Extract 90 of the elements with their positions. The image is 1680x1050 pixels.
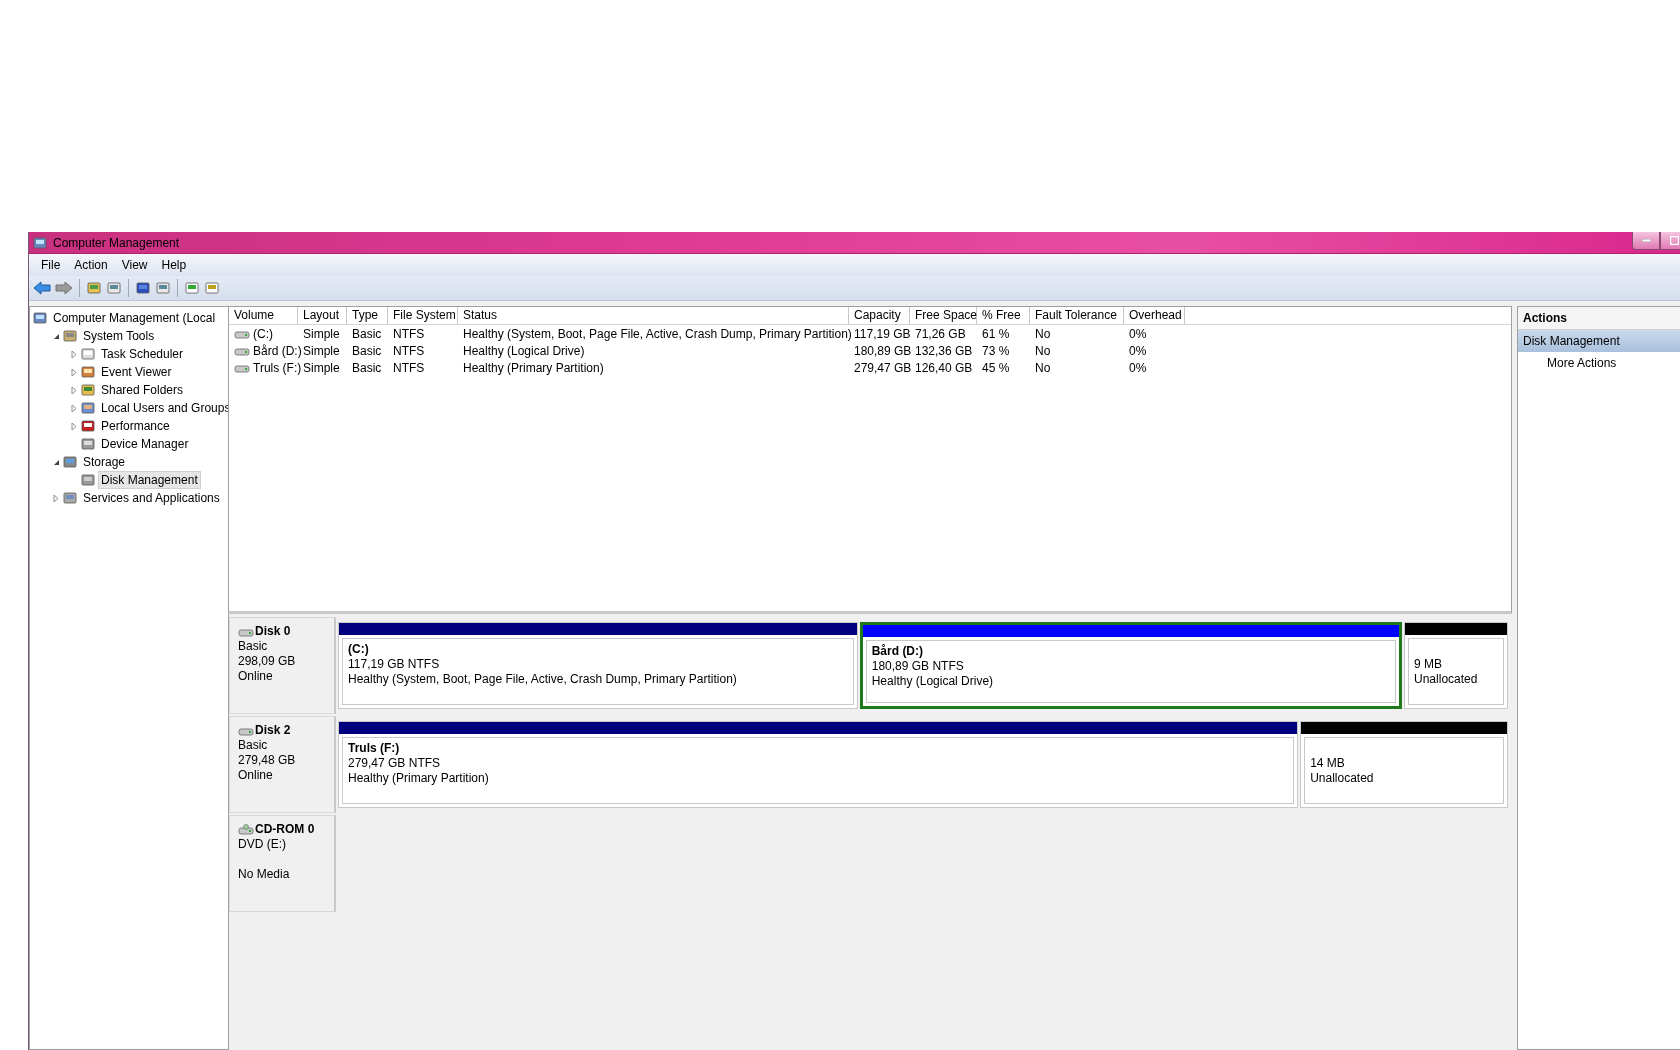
partition-name: Truls (F:) xyxy=(348,741,401,756)
disk-detail: No Media xyxy=(238,867,290,882)
table-cell-text: 180,89 GB xyxy=(853,343,910,358)
expand-arrow-icon[interactable] xyxy=(71,385,77,395)
partition-status: Healthy (Primary Partition) xyxy=(348,771,490,786)
disk-detail: 298,09 GB xyxy=(238,654,296,669)
tree-item[interactable]: Shared Folders xyxy=(98,381,187,399)
actions-title: Actions xyxy=(1518,307,1680,330)
partition-block[interactable]: 14 MB Unallocated xyxy=(1300,721,1508,808)
disk-detail: DVD (E:) xyxy=(238,837,286,852)
partition-status: Healthy (Logical Drive) xyxy=(871,674,995,689)
table-cell-text: 0% xyxy=(1128,360,1148,375)
table-cell-text: Basic xyxy=(351,343,383,358)
table-cell-text: 71,26 GB xyxy=(914,326,967,341)
table-cell-text: 126,40 GB xyxy=(914,360,974,375)
disk-detail: Online xyxy=(238,669,273,684)
menu-item[interactable]: View xyxy=(115,256,154,274)
table-cell-text: No xyxy=(1034,343,1052,358)
tree-item[interactable]: Performance xyxy=(98,417,173,435)
tree-item[interactable]: Services and Applications xyxy=(80,489,223,507)
minimize-button[interactable] xyxy=(1632,232,1660,250)
back-button[interactable] xyxy=(33,280,51,296)
collapse-arrow-icon[interactable] xyxy=(52,458,60,466)
table-cell-text: Healthy (Logical Drive) xyxy=(462,343,586,358)
table-cell-text: No xyxy=(1034,360,1052,375)
window-title: Computer Management xyxy=(53,235,180,250)
table-cell-text: 45 % xyxy=(981,360,1011,375)
partition-size: 117,19 GB NTFS xyxy=(348,657,441,672)
table-cell-text: Healthy (System, Boot, Page File, Active, Crash Dump, Primary Partition) xyxy=(462,326,849,341)
menu-item[interactable]: Action xyxy=(68,256,114,274)
table-cell: (C:) xyxy=(253,326,273,341)
table-cell-text: 0% xyxy=(1128,343,1148,358)
disk-name: CD-ROM 0 xyxy=(255,822,315,837)
tree-item[interactable]: Disk Management xyxy=(98,471,201,489)
table-cell-text: 132,36 GB xyxy=(914,343,974,358)
tree-item[interactable]: Device Manager xyxy=(98,435,192,453)
expand-arrow-icon[interactable] xyxy=(71,349,77,359)
menu-item[interactable]: Help xyxy=(155,256,193,274)
partition-status: Unallocated xyxy=(1310,770,1375,786)
partition-status: Healthy (System, Boot, Page File, Active, Crash Dump, Primary Partition) xyxy=(348,672,738,687)
partition-size: 9 MB xyxy=(1414,656,1444,672)
table-cell: Bård (D:) xyxy=(253,343,302,358)
partition-size: 180,89 GB NTFS xyxy=(871,659,965,674)
table-cell-text: NTFS xyxy=(392,343,426,358)
table-cell-text: Simple xyxy=(302,326,341,341)
expand-arrow-icon[interactable] xyxy=(71,367,77,377)
disk-detail: Basic xyxy=(238,738,268,753)
partition-name: Bård (D:) xyxy=(871,644,925,659)
tree-item[interactable]: Computer Management (Local xyxy=(50,309,219,327)
minimize-icon xyxy=(1641,239,1651,242)
action-link[interactable]: More Actions xyxy=(1518,352,1680,374)
table-cell-text: 117,19 GB xyxy=(853,326,910,341)
table-cell-text: NTFS xyxy=(392,326,426,341)
restore-button[interactable] xyxy=(1660,232,1680,250)
disk-name: Disk 2 xyxy=(255,723,291,738)
tree-item[interactable]: Storage xyxy=(80,453,129,471)
table-cell-text: Basic xyxy=(351,360,383,375)
menu-item[interactable]: File xyxy=(35,256,67,274)
table-cell-text: Basic xyxy=(351,326,383,341)
cd-drive-icon xyxy=(238,823,254,836)
expand-arrow-icon[interactable] xyxy=(71,403,77,413)
partition-size: 279,47 GB NTFS xyxy=(348,756,442,771)
collapse-arrow-icon[interactable] xyxy=(52,332,60,340)
actions-section-header[interactable]: Disk Management xyxy=(1518,330,1680,352)
partition-size: 14 MB xyxy=(1310,755,1346,771)
table-cell-text: 279,47 GB xyxy=(853,360,910,375)
expand-arrow-icon[interactable] xyxy=(71,421,77,431)
forward-button[interactable] xyxy=(55,280,73,296)
tree-item[interactable]: Event Viewer xyxy=(98,363,175,381)
table-cell-text: NTFS xyxy=(392,360,426,375)
partition-status: Unallocated xyxy=(1414,671,1479,687)
partition-name: (C:) xyxy=(348,642,370,657)
table-cell-text: 73 % xyxy=(981,343,1011,358)
disk-detail: Online xyxy=(238,768,273,783)
disk-detail: Basic xyxy=(238,639,268,654)
partition-block[interactable]: (C:) 117,19 GB NTFS Healthy (System, Boot, Page File, Active, Crash Dump, Primary Partition) xyxy=(338,622,858,709)
table-cell-text: No xyxy=(1034,326,1052,341)
partition-block[interactable]: Truls (F:) 279,47 GB NTFS Healthy (Primary Partition) xyxy=(338,721,1299,808)
table-cell-text: Healthy (Primary Partition) xyxy=(462,360,605,375)
restore-icon xyxy=(1669,236,1679,245)
disk-detail: 279,48 GB xyxy=(238,753,296,768)
partition-block[interactable]: Bård (D:) 180,89 GB NTFS Healthy (Logical Drive) xyxy=(859,622,1403,709)
expand-arrow-icon[interactable] xyxy=(53,493,59,503)
partition-block[interactable]: 9 MB Unallocated xyxy=(1404,622,1508,709)
table-cell-text: 61 % xyxy=(981,326,1011,341)
table-cell-text: 0% xyxy=(1128,326,1148,341)
tree-item[interactable]: Task Scheduler xyxy=(98,345,187,363)
tree-item[interactable]: System Tools xyxy=(80,327,158,345)
table-cell: Truls (F:) xyxy=(253,360,302,375)
disk-name: Disk 0 xyxy=(255,624,291,639)
